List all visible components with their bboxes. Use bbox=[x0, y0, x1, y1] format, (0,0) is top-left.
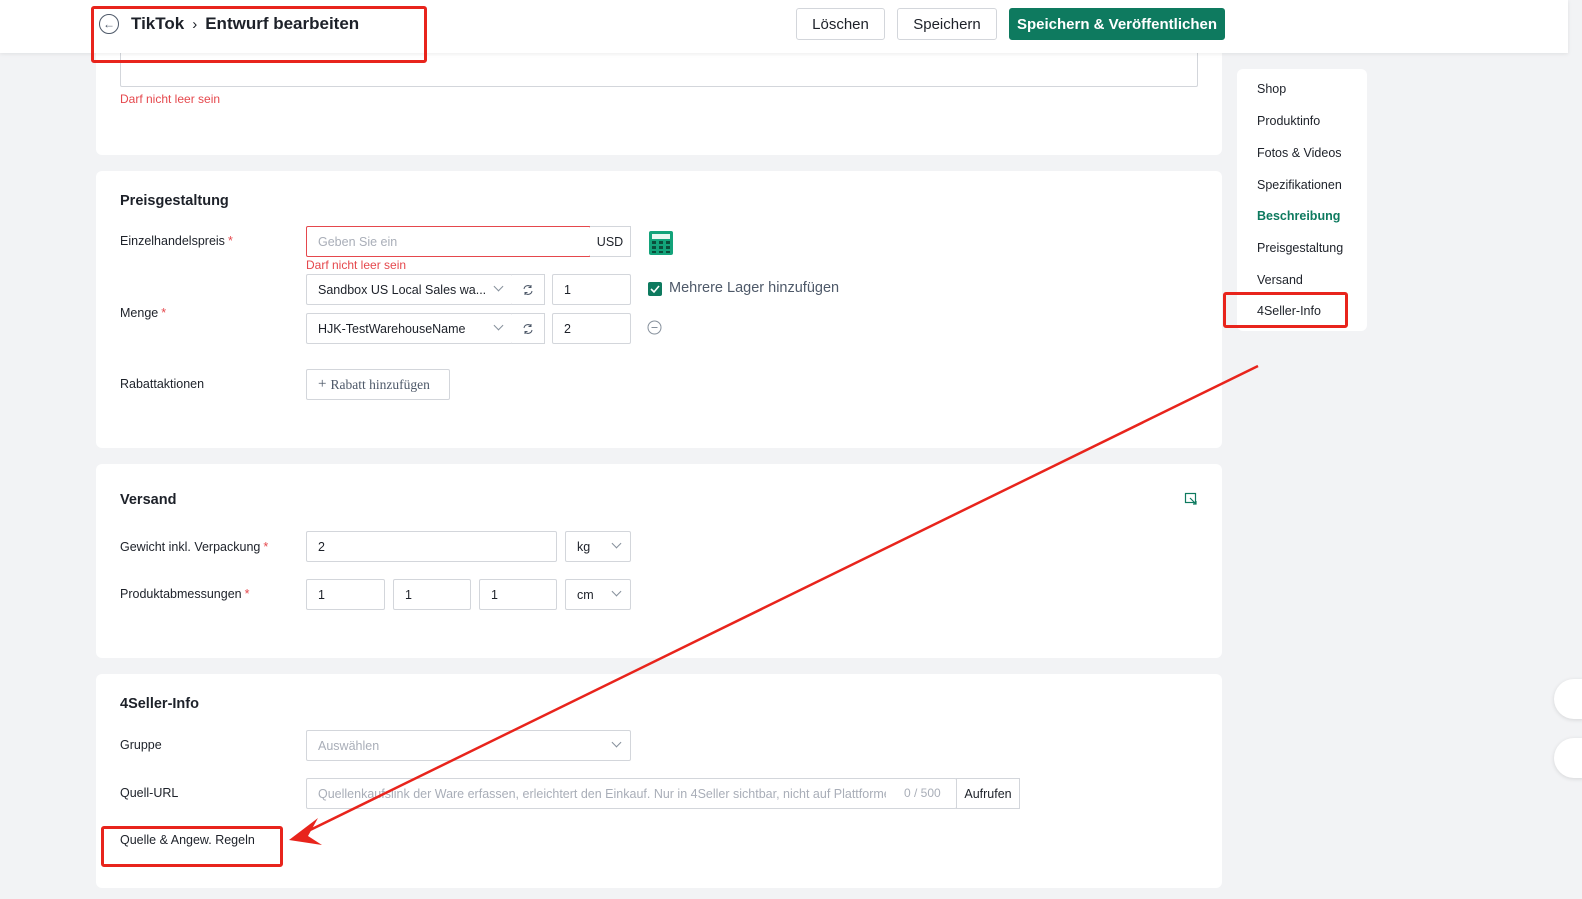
floating-button[interactable] bbox=[1554, 679, 1582, 719]
page-title: Entwurf bearbeiten bbox=[205, 14, 360, 33]
source-url-count: 0 / 500 bbox=[904, 786, 941, 800]
weight-unit-select[interactable]: kg bbox=[565, 531, 631, 562]
chevron-down-icon bbox=[611, 538, 622, 549]
pricing-card: Preisgestaltung Einzelhandelspreis * Gebe… bbox=[96, 171, 1222, 448]
multi-warehouse-label[interactable]: Mehrere Lager hinzufügen bbox=[669, 280, 839, 296]
refresh-icon bbox=[523, 284, 533, 295]
multi-warehouse-checkbox[interactable] bbox=[648, 282, 662, 296]
width-input[interactable]: 1 bbox=[393, 579, 471, 610]
length-input[interactable]: 1 bbox=[306, 579, 385, 610]
nav-item-shipping[interactable]: Versand bbox=[1257, 273, 1303, 287]
nav-item-seller-info[interactable]: 4Seller-Info bbox=[1257, 304, 1321, 318]
rules-value: - bbox=[306, 833, 311, 847]
collapse-icon[interactable] bbox=[1184, 492, 1198, 506]
dimensions-label: Produktabmessungen * bbox=[120, 587, 250, 601]
warehouse-select[interactable]: HJK-TestWarehouseName bbox=[306, 313, 513, 344]
refresh-button[interactable] bbox=[512, 313, 545, 344]
seller-info-title: 4Seller-Info bbox=[120, 696, 199, 712]
height-input[interactable]: 1 bbox=[479, 579, 557, 610]
refresh-icon bbox=[523, 323, 533, 334]
nav-item-photos-videos[interactable]: Fotos & Videos bbox=[1257, 146, 1342, 160]
chevron-down-icon bbox=[611, 737, 622, 748]
weight-label: Gewicht inkl. Verpackung * bbox=[120, 540, 269, 554]
retail-price-error: Darf nicht leer sein bbox=[306, 258, 407, 272]
retail-price-input[interactable]: Geben Sie ein bbox=[306, 226, 591, 257]
nav-item-shop[interactable]: Shop bbox=[1257, 82, 1286, 96]
warehouse-qty-input[interactable]: 2 bbox=[552, 313, 631, 344]
warehouse-select[interactable]: Sandbox US Local Sales wa... bbox=[306, 274, 513, 305]
discount-label: Rabattaktionen bbox=[120, 377, 205, 391]
breadcrumb: TikTok › Entwurf bearbeiten bbox=[131, 14, 359, 34]
check-icon bbox=[650, 285, 660, 294]
nav-item-specifications[interactable]: Spezifikationen bbox=[1257, 178, 1342, 192]
page-header: ← TikTok › Entwurf bearbeiten Löschen Sp… bbox=[0, 0, 1568, 53]
source-url-input[interactable]: Quellenkaufslink der Ware erfassen, erle… bbox=[306, 778, 957, 809]
plus-icon: + bbox=[318, 376, 327, 392]
add-discount-button[interactable]: + Rabatt hinzufügen bbox=[306, 369, 450, 400]
arrow-left-icon: ← bbox=[103, 17, 115, 31]
rules-label: Quelle & Angew. Regeln bbox=[120, 833, 255, 847]
minus-circle-icon[interactable] bbox=[647, 320, 662, 335]
retail-price-label: Einzelhandelspreis * bbox=[120, 234, 233, 248]
chevron-down-icon bbox=[611, 586, 622, 597]
chevron-down-icon bbox=[493, 320, 504, 331]
chevron-right-icon: › bbox=[192, 15, 198, 33]
quantity-label: Menge * bbox=[120, 306, 167, 320]
back-button[interactable]: ← bbox=[99, 14, 119, 34]
save-publish-button[interactable]: Speichern & Veröffentlichen bbox=[1009, 8, 1225, 40]
section-nav: Shop Produktinfo Fotos & Videos Spezifik… bbox=[1237, 69, 1367, 331]
calculator-icon[interactable] bbox=[648, 230, 674, 256]
weight-input[interactable]: 2 bbox=[306, 531, 557, 562]
breadcrumb-root[interactable]: TikTok bbox=[131, 14, 184, 34]
nav-item-description[interactable]: Beschreibung bbox=[1257, 209, 1340, 223]
save-button[interactable]: Speichern bbox=[897, 8, 997, 40]
shipping-card: Versand Gewicht inkl. Verpackung * 2 kg P… bbox=[96, 464, 1222, 658]
chevron-down-icon bbox=[493, 281, 504, 292]
nav-item-product-info[interactable]: Produktinfo bbox=[1257, 114, 1320, 128]
warehouse-qty-input[interactable]: 1 bbox=[552, 274, 631, 305]
group-label: Gruppe bbox=[120, 738, 162, 752]
shipping-title: Versand bbox=[120, 492, 177, 508]
group-select[interactable]: Auswählen bbox=[306, 730, 631, 761]
refresh-button[interactable] bbox=[512, 274, 545, 305]
currency-addon: USD bbox=[590, 226, 631, 257]
nav-item-pricing[interactable]: Preisgestaltung bbox=[1257, 241, 1343, 255]
seller-info-card: 4Seller-Info Gruppe Auswählen Quell-URL … bbox=[96, 674, 1222, 888]
floating-button[interactable] bbox=[1554, 738, 1582, 778]
open-url-button[interactable]: Aufrufen bbox=[956, 778, 1020, 809]
description-card: Darf nicht leer sein bbox=[96, 40, 1222, 155]
pricing-title: Preisgestaltung bbox=[120, 193, 229, 209]
dimension-unit-select[interactable]: cm bbox=[565, 579, 631, 610]
delete-button[interactable]: Löschen bbox=[796, 8, 885, 40]
description-error: Darf nicht leer sein bbox=[120, 92, 221, 106]
source-url-label: Quell-URL bbox=[120, 786, 179, 800]
